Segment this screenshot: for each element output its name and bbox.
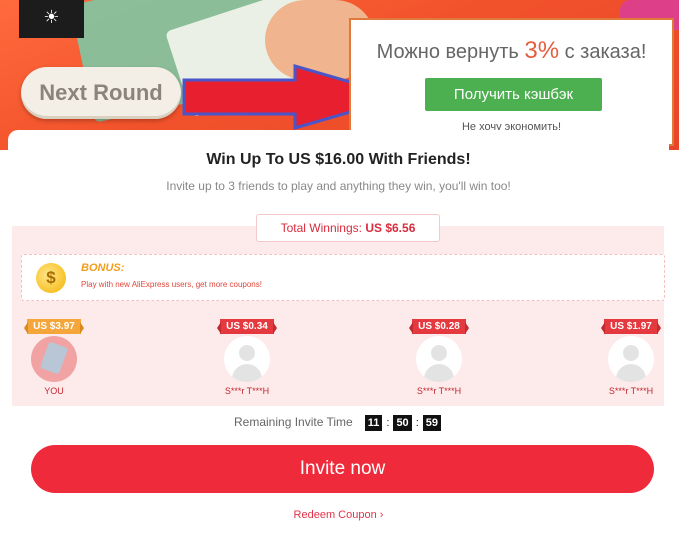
cashback-suffix: с заказа! — [564, 41, 647, 63]
amount-tag: US $1.97 — [601, 319, 661, 334]
bonus-box: $ BONUS: Play with new AliExpress users,… — [21, 254, 665, 301]
user-body-icon — [232, 364, 262, 382]
cashback-prefix: Можно вернуть — [376, 41, 519, 63]
robot-icon — [39, 341, 69, 375]
friend-slot[interactable]: US $0.34 S***r T***H — [207, 316, 287, 396]
timer-minutes: 50 — [393, 415, 412, 431]
avatar — [224, 336, 270, 382]
bonus-text: Play with new AliExpress users, get more… — [81, 280, 262, 289]
user-body-icon — [616, 364, 646, 382]
redeem-coupon-label: Redeem Coupon — [293, 509, 377, 521]
invite-now-button[interactable]: Invite now — [31, 445, 654, 493]
redeem-coupon-link[interactable]: Redeem Coupon › — [8, 509, 669, 521]
bonus-title: BONUS: — [81, 262, 125, 274]
get-cashback-button[interactable]: Получить кэшбэк — [425, 78, 602, 111]
coin-icon: $ — [36, 263, 66, 293]
cashback-percent: 3% — [524, 37, 560, 64]
avatar — [31, 336, 77, 382]
friend-slot[interactable]: US $0.28 S***r T***H — [399, 316, 479, 396]
friend-name: YOU — [44, 386, 64, 396]
user-head-icon — [623, 345, 639, 361]
user-body-icon — [424, 364, 454, 382]
chevron-right-icon: › — [379, 509, 384, 521]
total-winnings-badge: Total Winnings: US $6.56 — [256, 214, 440, 242]
sun-icon[interactable]: ☀ — [19, 0, 84, 38]
friend-name: S***r T***H — [608, 386, 654, 396]
amount-tag: US $3.97 — [24, 319, 84, 334]
friends-panel — [12, 226, 664, 406]
remaining-label: Remaining Invite Time — [234, 415, 353, 429]
friend-name: S***r T***H — [224, 386, 270, 396]
winnings-value: US $6.56 — [365, 221, 416, 235]
amount-tag: US $0.34 — [217, 319, 277, 334]
amount-tag: US $0.28 — [409, 319, 469, 334]
user-head-icon — [239, 345, 255, 361]
friend-slot-you: US $3.97 YOU — [14, 316, 94, 396]
card-title: Win Up To US $16.00 With Friends! — [206, 151, 471, 168]
friend-name: S***r T***H — [416, 386, 462, 396]
next-round-button[interactable]: Next Round — [21, 67, 181, 119]
timer-separator: : — [386, 417, 390, 429]
cashback-message: Можно вернуть 3% с заказа! — [351, 37, 672, 65]
timer-seconds: 59 — [422, 415, 441, 431]
user-head-icon — [431, 345, 447, 361]
card-subtitle: Invite up to 3 friends to play and anyth… — [166, 179, 511, 193]
timer-hours: 11 — [364, 415, 383, 431]
avatar — [608, 336, 654, 382]
timer-separator: : — [415, 417, 419, 429]
friend-slot[interactable]: US $1.97 S***r T***H — [591, 316, 671, 396]
cashback-popup: Можно вернуть 3% с заказа! Получить кэшб… — [349, 18, 674, 146]
avatar — [416, 336, 462, 382]
invite-card: Win Up To US $16.00 With Friends! Invite… — [8, 130, 669, 543]
winnings-label: Total Winnings: — [280, 221, 362, 235]
remaining-time: Remaining Invite Time 11:50:59 — [8, 415, 669, 431]
